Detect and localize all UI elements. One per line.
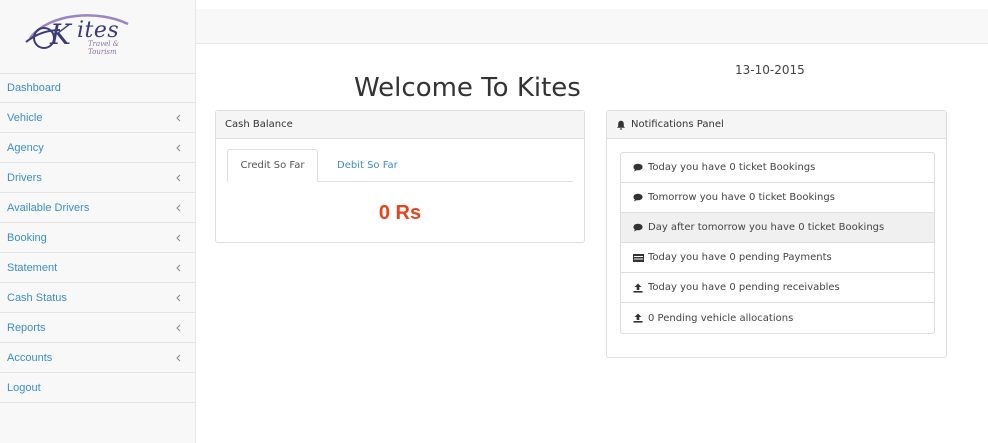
chevron-left-icon (176, 234, 181, 242)
sidebar-item-accounts[interactable]: Accounts (0, 343, 195, 373)
current-date: 13-10-2015 (735, 63, 805, 77)
money-icon (633, 253, 644, 263)
chevron-left-icon (176, 264, 181, 272)
upload-icon (633, 313, 644, 323)
notification-text: Today you have 0 pending Payments (648, 252, 832, 263)
chevron-left-icon (176, 144, 181, 152)
sidebar-nav: Dashboard Vehicle Agency Drivers Availab… (0, 73, 195, 403)
notification-text: Tomorrow you have 0 ticket Bookings (648, 192, 835, 203)
chevron-left-icon (176, 324, 181, 332)
list-item[interactable]: Tomorrow you have 0 ticket Bookings (621, 183, 934, 213)
logo-area: K ites Travel & Tourism (0, 0, 195, 70)
sidebar-item-label: Statement (7, 261, 58, 274)
list-item[interactable]: 0 Pending vehicle allocations (621, 303, 934, 333)
chevron-left-icon (176, 114, 181, 122)
upload-icon (633, 283, 644, 293)
sidebar-item-label: Available Drivers (7, 201, 90, 214)
notifications-list: Today you have 0 ticket Bookings Tomorro… (620, 152, 935, 334)
comment-icon (633, 193, 644, 203)
notification-text: Day after tomorrow you have 0 ticket Boo… (648, 222, 885, 233)
comment-icon (633, 223, 644, 233)
sidebar-item-label: Booking (7, 231, 47, 244)
notification-text: Today you have 0 pending receivables (648, 282, 840, 293)
panel-heading: Cash Balance (216, 111, 584, 139)
chevron-left-icon (176, 174, 181, 182)
sidebar-item-label: Cash Status (7, 291, 67, 304)
sidebar: K ites Travel & Tourism Dashboard Vehicl… (0, 0, 196, 443)
chevron-left-icon (176, 354, 181, 362)
sidebar-item-label: Vehicle (7, 111, 43, 124)
sidebar-item-booking[interactable]: Booking (0, 223, 195, 253)
kites-logo[interactable]: K ites Travel & Tourism (20, 8, 135, 56)
sidebar-item-label: Accounts (7, 351, 53, 364)
sidebar-item-reports[interactable]: Reports (0, 313, 195, 343)
chevron-left-icon (176, 204, 181, 212)
panel-heading: Notifications Panel (607, 111, 946, 139)
sidebar-item-vehicle[interactable]: Vehicle (0, 103, 195, 133)
tab-debit-so-far[interactable]: Debit So Far (325, 149, 410, 182)
sidebar-item-label: Agency (7, 141, 44, 154)
bell-icon (617, 120, 625, 130)
sidebar-item-logout[interactable]: Logout (0, 373, 195, 403)
sidebar-item-dashboard[interactable]: Dashboard (0, 73, 195, 103)
page-title: Welcome To Kites (354, 73, 581, 103)
list-item[interactable]: Day after tomorrow you have 0 ticket Boo… (621, 213, 934, 243)
sidebar-item-label: Logout (7, 381, 41, 394)
sidebar-item-available-drivers[interactable]: Available Drivers (0, 193, 195, 223)
chevron-left-icon (176, 294, 181, 302)
list-item[interactable]: Today you have 0 pending receivables (621, 273, 934, 303)
notification-text: 0 Pending vehicle allocations (648, 312, 794, 324)
notifications-panel: Notifications Panel Today you have 0 tic… (606, 110, 947, 358)
notification-text: Today you have 0 ticket Bookings (648, 162, 816, 173)
sidebar-item-label: Reports (7, 321, 46, 334)
cash-balance-panel: Cash Balance Credit So Far Debit So Far … (215, 110, 585, 243)
notifications-heading: Notifications Panel (631, 119, 724, 130)
comment-icon (633, 163, 644, 173)
cash-tabs: Credit So Far Debit So Far (227, 149, 573, 182)
sidebar-item-label: Dashboard (7, 82, 61, 94)
tab-credit-so-far[interactable]: Credit So Far (227, 149, 318, 182)
brand-subtitle: Travel & Tourism (88, 40, 119, 56)
list-item[interactable]: Today you have 0 ticket Bookings (621, 153, 934, 183)
list-item[interactable]: Today you have 0 pending Payments (621, 243, 934, 273)
sidebar-item-drivers[interactable]: Drivers (0, 163, 195, 193)
sidebar-item-cash-status[interactable]: Cash Status (0, 283, 195, 313)
cash-amount: 0 Rs (378, 202, 422, 224)
sidebar-item-label: Drivers (7, 171, 42, 184)
sidebar-item-statement[interactable]: Statement (0, 253, 195, 283)
top-navbar (196, 9, 988, 44)
sidebar-item-agency[interactable]: Agency (0, 133, 195, 163)
svg-text:K: K (49, 18, 73, 51)
